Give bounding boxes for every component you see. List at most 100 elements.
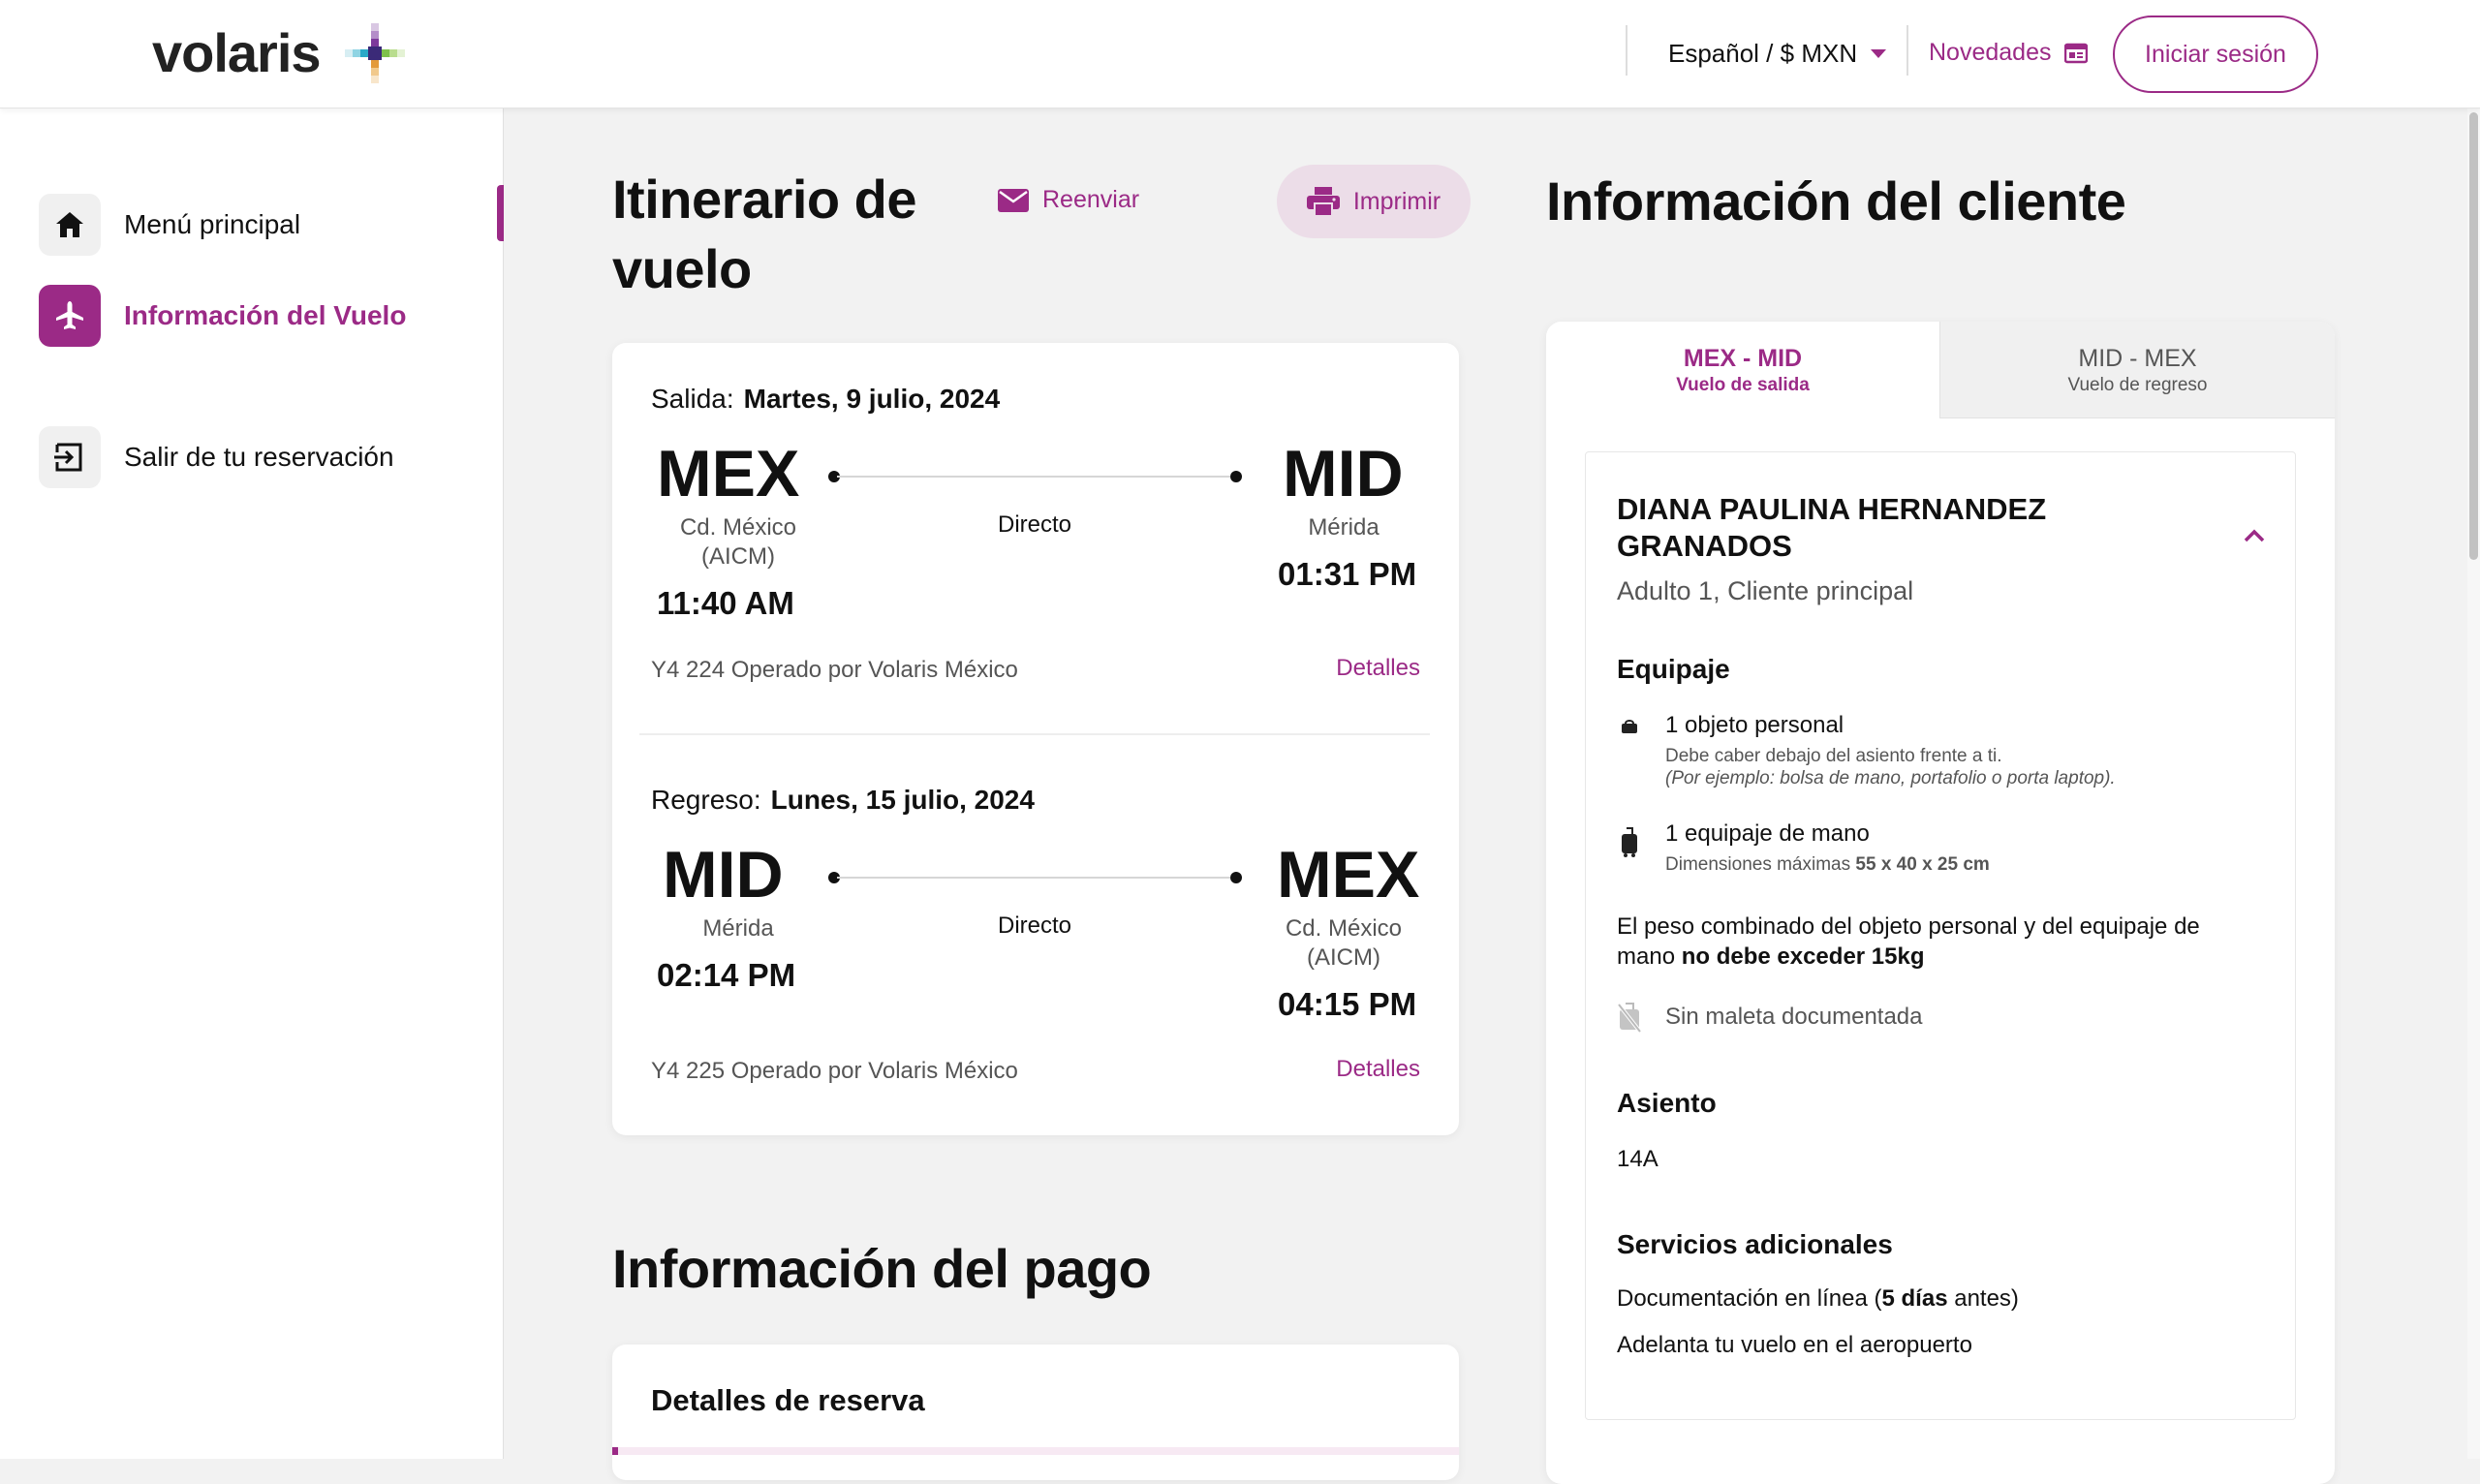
carry-on-dims-value: 55 x 40 x 25 cm [1855, 854, 1990, 875]
checked-bag-label: Sin maleta documentada [1665, 1004, 1923, 1030]
leg-date: Lunes, 15 julio, 2024 [770, 785, 1035, 815]
origin-city: Cd. México (AICM) [641, 513, 835, 572]
combined-weight-note: El peso combinado del objeto personal y … [1617, 912, 2237, 972]
origin-code: MEX [657, 437, 800, 510]
sidebar-item-label: Salir de tu reservación [124, 442, 394, 472]
itinerary-title: Itinerario de vuelo [612, 165, 917, 304]
flight-number: Y4 224 Operado por Volaris México [651, 657, 1018, 683]
destination-city-line2: (AICM) [1307, 944, 1380, 971]
resend-label: Reenviar [1042, 186, 1140, 213]
details-link[interactable]: Detalles [1336, 1056, 1420, 1083]
mail-icon [998, 188, 1029, 212]
personal-item-row: 1 objeto personal Debe caber debajo del … [1617, 712, 2116, 789]
news-icon [2064, 43, 2089, 63]
itinerary-title-line2: vuelo [612, 238, 752, 299]
combined-weight-limit: no debe exceder 15kg [1681, 943, 1925, 970]
carry-on-label: 1 equipaje de mano [1665, 820, 1870, 847]
sidebar-item-flight-info[interactable]: Información del Vuelo [39, 285, 406, 347]
personal-item-label: 1 objeto personal [1665, 712, 1844, 738]
purse-icon [1617, 712, 1642, 789]
advance-flight-note: Adelanta tu vuelo en el aeropuerto [1617, 1332, 1972, 1358]
route-line [837, 877, 1230, 879]
sidebar-item-main-menu[interactable]: Menú principal [39, 194, 300, 256]
tab-outbound[interactable]: MEX - MID Vuelo de salida [1546, 322, 1939, 418]
active-indicator [497, 185, 504, 241]
personal-item-example: (Por ejemplo: bolsa de mano, portafolio … [1665, 768, 2116, 788]
leg-date-label: Regreso: [651, 785, 761, 815]
route-end-dot [1230, 471, 1242, 482]
seat-title: Asiento [1617, 1088, 1717, 1118]
online-checkin-note: Documentación en línea (5 días antes) [1617, 1283, 2019, 1314]
sidebar-item-exit-reservation[interactable]: Salir de tu reservación [39, 426, 394, 488]
airplane-icon [39, 285, 101, 347]
novedades-link[interactable]: Novedades [1929, 39, 2089, 67]
online-checkin-prefix: Documentación en línea ( [1617, 1285, 1882, 1312]
booking-details-card: Detalles de reserva [612, 1345, 1459, 1480]
print-button[interactable]: Imprimir [1277, 165, 1471, 238]
client-info-card: MEX - MID Vuelo de salida MID - MEX Vuel… [1546, 322, 2335, 1484]
resend-button[interactable]: Reenviar [998, 186, 1139, 214]
payment-title: Información del pago [612, 1238, 1152, 1299]
flight-leg-departure: Salida: Martes, 9 julio, 2024 MEX Cd. Méx… [612, 343, 1459, 742]
flight-number: Y4 225 Operado por Volaris México [651, 1058, 1018, 1084]
origin-city-line1: Cd. México [679, 514, 797, 541]
carry-on-dims: Dimensiones máximas 55 x 40 x 25 cm [1665, 853, 1990, 876]
sidebar-item-label: Menú principal [124, 209, 301, 239]
chevron-up-icon[interactable] [2243, 528, 2266, 543]
flight-leg-return: Regreso: Lunes, 15 julio, 2024 MID Mérida… [612, 744, 1459, 1143]
seat-value: 14A [1617, 1146, 1658, 1172]
carry-on-suitcase-icon [1617, 820, 1642, 876]
no-luggage-icon [1617, 1001, 1642, 1034]
home-icon [39, 194, 101, 256]
volaris-logo-mark [345, 23, 405, 83]
client-info-title: Información del cliente [1546, 170, 2126, 232]
route-line [837, 476, 1230, 478]
language-currency-selector[interactable]: Español / $ MXN [1668, 39, 1887, 69]
volaris-logo[interactable]: volaris [152, 21, 322, 84]
carry-on-row: 1 equipaje de mano Dimensiones máximas 5… [1617, 820, 1990, 876]
print-label: Imprimir [1352, 187, 1442, 215]
login-button[interactable]: Iniciar sesión [2113, 15, 2318, 93]
leg-divider [639, 733, 1430, 735]
online-checkin-days: 5 días [1881, 1285, 1948, 1312]
itinerary-title-line1: Itinerario de [612, 169, 917, 230]
page-scrollbar-thumb[interactable] [2469, 112, 2478, 560]
online-checkin-suffix: antes) [1947, 1285, 2019, 1312]
destination-code: MID [1283, 437, 1404, 510]
booking-details-highlight [612, 1447, 1459, 1455]
exit-icon [39, 426, 101, 488]
leg-date: Martes, 9 julio, 2024 [743, 384, 1001, 414]
destination-city-line1: Cd. México [1285, 915, 1403, 942]
carry-on-dims-label: Dimensiones máximas [1665, 854, 1851, 875]
passenger-panel: DIANA PAULINA HERNANDEZ GRANADOS Adulto … [1585, 451, 2296, 1420]
tab-route: MID - MEX [2078, 345, 2197, 372]
origin-time: 02:14 PM [657, 957, 796, 993]
caret-down-icon [1871, 49, 1887, 58]
origin-code: MID [663, 838, 784, 912]
leg-date-line: Regreso: Lunes, 15 julio, 2024 [651, 785, 1035, 816]
checked-bag-row: Sin maleta documentada [1617, 1001, 1923, 1034]
tab-return[interactable]: MID - MEX Vuelo de regreso [1939, 322, 2335, 418]
destination-city: Cd. México (AICM) [1247, 914, 1441, 973]
origin-city-line1: Mérida [702, 915, 774, 942]
passenger-name: DIANA PAULINA HERNANDEZ GRANADOS [1617, 492, 2047, 563]
destination-time: 01:31 PM [1278, 556, 1417, 592]
route-end-dot [1230, 872, 1242, 883]
novedades-label: Novedades [1929, 39, 2052, 66]
header-divider [1906, 25, 1908, 76]
tab-subtitle: Vuelo de salida [1676, 375, 1810, 395]
personal-item-desc: Debe caber debajo del asiento frente a t… [1665, 745, 2116, 789]
language-currency-label: Español / $ MXN [1668, 39, 1858, 68]
origin-city-line2: (AICM) [701, 543, 775, 570]
destination-time: 04:15 PM [1278, 986, 1417, 1022]
tab-route: MEX - MID [1683, 345, 1803, 372]
details-link[interactable]: Detalles [1336, 655, 1420, 682]
origin-time: 11:40 AM [657, 585, 794, 621]
personal-item-desc-line: Debe caber debajo del asiento frente a t… [1665, 746, 2002, 766]
extras-title: Servicios adicionales [1617, 1229, 1893, 1259]
baggage-title: Equipaje [1617, 654, 1730, 684]
sidebar-item-label: Información del Vuelo [124, 300, 407, 330]
leg-date-label: Salida: [651, 384, 734, 414]
tab-subtitle: Vuelo de regreso [2067, 375, 2208, 395]
printer-icon [1306, 187, 1340, 216]
